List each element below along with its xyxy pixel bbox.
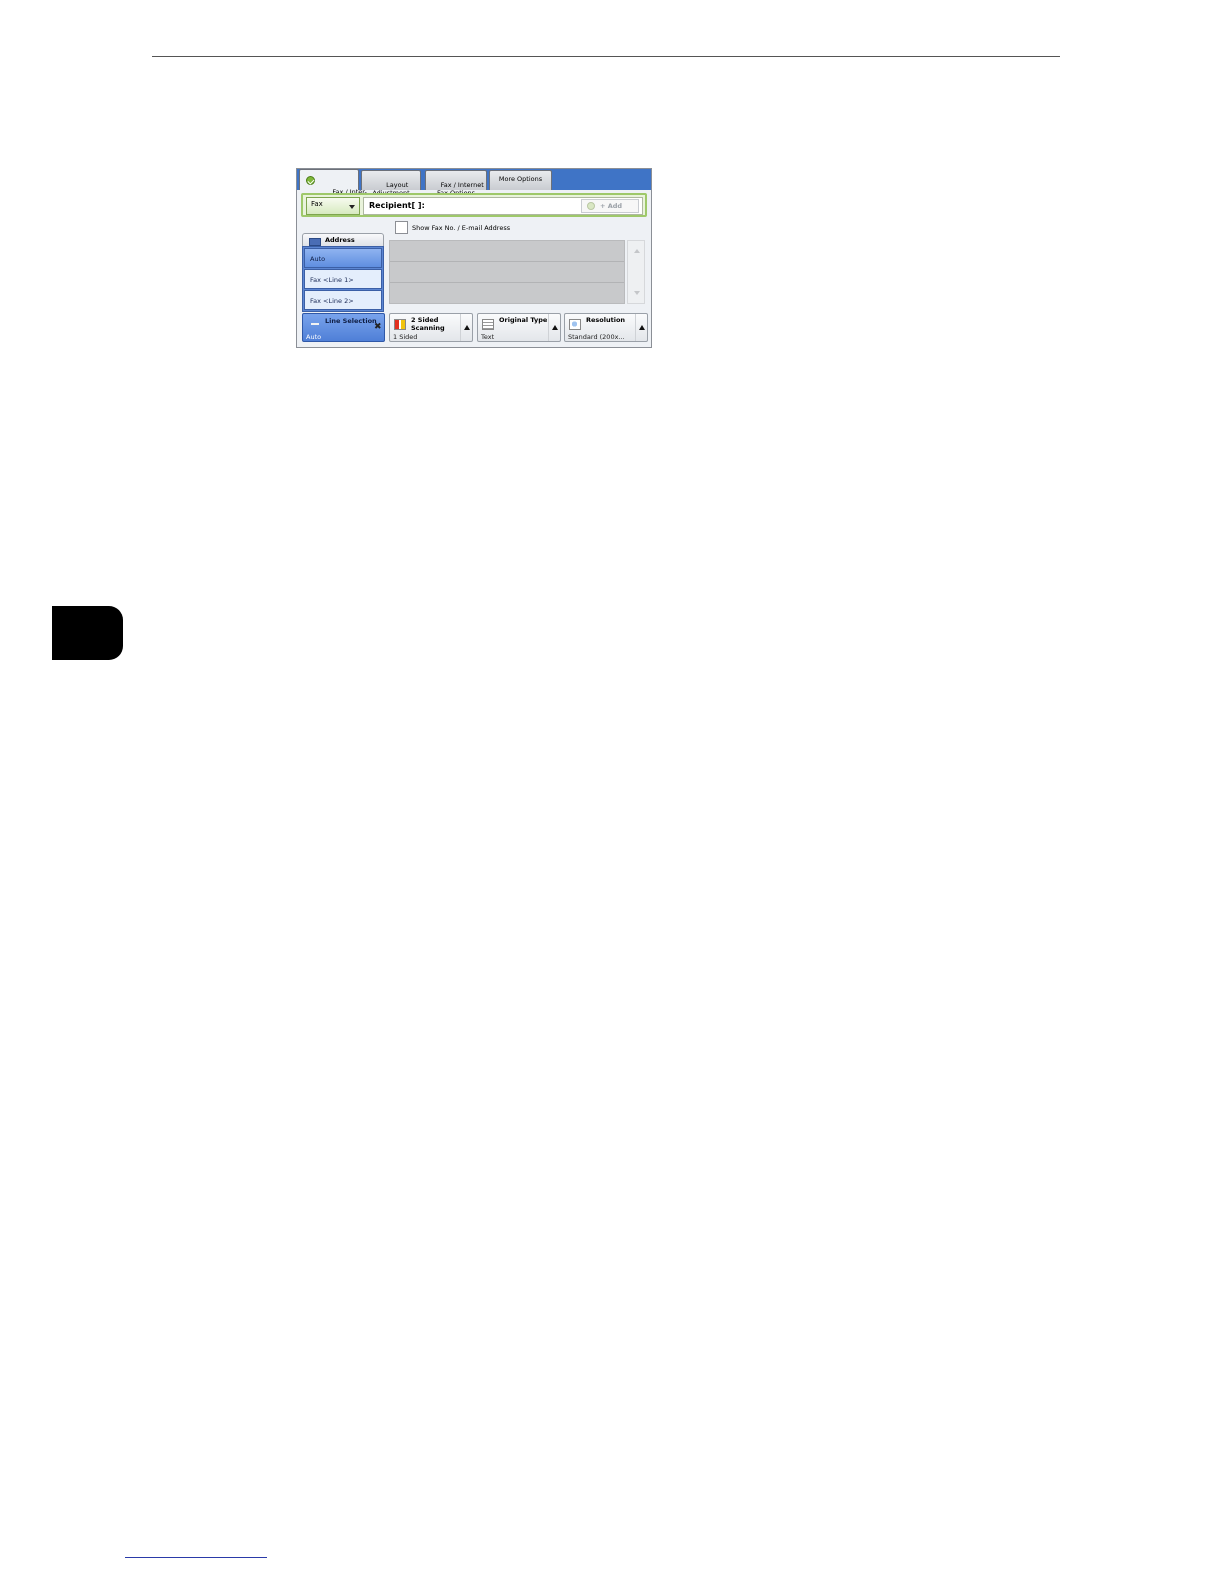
tab-fax-internet-fax[interactable]: Fax / Inter- net Fax (299, 169, 367, 204)
line-option-line-1[interactable]: Fax <Line 1> (304, 269, 382, 289)
document-icon (482, 319, 494, 330)
list-scrollbar[interactable] (627, 240, 645, 304)
feature-title: 2 Sided Scanning (411, 316, 445, 332)
address-label: Address (325, 236, 355, 244)
footer-link-underline (125, 1557, 267, 1558)
fax-type-dropdown[interactable]: Fax (306, 197, 360, 215)
feature-title: Original Type (499, 316, 548, 324)
line-selection-menu: Auto Fax <Line 1> Fax <Line 2> (302, 246, 384, 312)
feature-value: Text (481, 333, 495, 341)
show-fax-label: Show Fax No. / E-mail Address (412, 224, 511, 232)
chevron-up-icon (464, 325, 470, 330)
chevron-up-icon (552, 325, 558, 330)
scroll-up-icon[interactable] (634, 249, 640, 253)
fax-screen-panel: Fax / Inter- net Fax Layout Adjustment F… (296, 168, 652, 348)
recipient-field[interactable]: Recipient[ ]: + Add (363, 197, 643, 215)
line-option-auto[interactable]: Auto (304, 248, 382, 268)
chapter-tab (52, 606, 123, 660)
tab-more-options[interactable]: More Options (489, 170, 552, 190)
address-book-button[interactable]: Address (302, 233, 384, 247)
add-icon (587, 202, 595, 210)
resolution-button[interactable]: Resolution Standard (200x... (564, 313, 648, 342)
line-selection-value: Auto (306, 333, 322, 341)
recipient-label: Recipient[ ]: (369, 201, 425, 210)
chevron-up-icon (639, 325, 645, 330)
line-selection-button[interactable]: Line Selection Auto (302, 313, 385, 342)
tab-bar: Fax / Inter- net Fax Layout Adjustment F… (297, 169, 651, 204)
scroll-down-icon[interactable] (634, 291, 640, 295)
feature-value: Standard (200x... (568, 333, 625, 341)
list-item[interactable] (390, 241, 624, 262)
fax-type-value: Fax (311, 200, 323, 208)
two-sided-scanning-button[interactable]: 2 Sided Scanning 1 Sided (389, 313, 473, 342)
checkbox[interactable] (395, 221, 408, 234)
close-icon[interactable]: ✖ (374, 322, 382, 332)
check-icon (306, 176, 315, 185)
line-icon (311, 323, 319, 325)
original-type-button[interactable]: Original Type Text (477, 313, 561, 342)
tab-fax-options[interactable]: Fax / Internet Fax Options (425, 170, 487, 197)
address-book-icon (309, 238, 321, 246)
line-option-line-2[interactable]: Fax <Line 2> (304, 290, 382, 310)
header-rule (152, 56, 1060, 57)
add-button[interactable]: + Add (581, 199, 639, 213)
tab-label: More Options (498, 175, 543, 183)
resolution-icon (569, 319, 581, 330)
recipient-bar: Fax Recipient[ ]: + Add (301, 193, 647, 217)
line-selection-title: Line Selection (325, 317, 377, 325)
list-item[interactable] (390, 262, 624, 283)
recipient-list (389, 240, 625, 304)
feature-value: 1 Sided (393, 333, 418, 341)
list-item[interactable] (390, 283, 624, 304)
add-label: + Add (600, 202, 623, 210)
tab-layout-adjustment[interactable]: Layout Adjustment (361, 170, 421, 197)
two-sided-icon (394, 319, 406, 330)
feature-title: Resolution (586, 316, 626, 324)
chevron-down-icon (349, 205, 355, 209)
